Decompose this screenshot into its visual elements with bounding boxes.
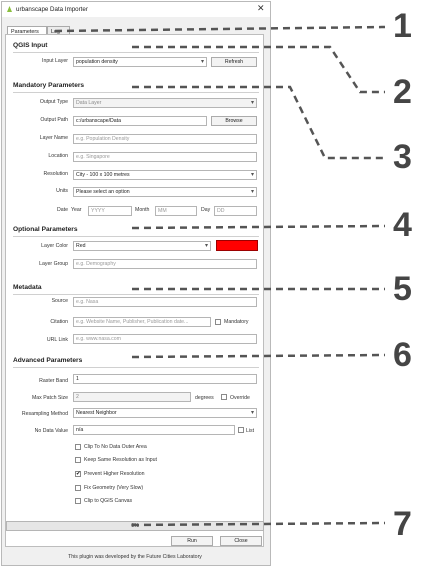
callout-lines	[54, 25, 386, 527]
callout-4: 4	[393, 206, 412, 244]
callout-line-1	[54, 25, 386, 33]
callout-2: 2	[393, 73, 412, 111]
callout-line-6	[131, 353, 386, 359]
callout-3: 3	[393, 138, 412, 176]
callout-line-7	[131, 521, 386, 527]
callout-5: 5	[393, 270, 412, 308]
callout-1: 1	[393, 7, 412, 45]
callout-6: 6	[393, 336, 412, 374]
callout-line-4	[131, 224, 386, 230]
callout-line-2	[132, 45, 385, 94]
callout-7: 7	[393, 505, 412, 543]
callout-line-3	[132, 85, 385, 160]
